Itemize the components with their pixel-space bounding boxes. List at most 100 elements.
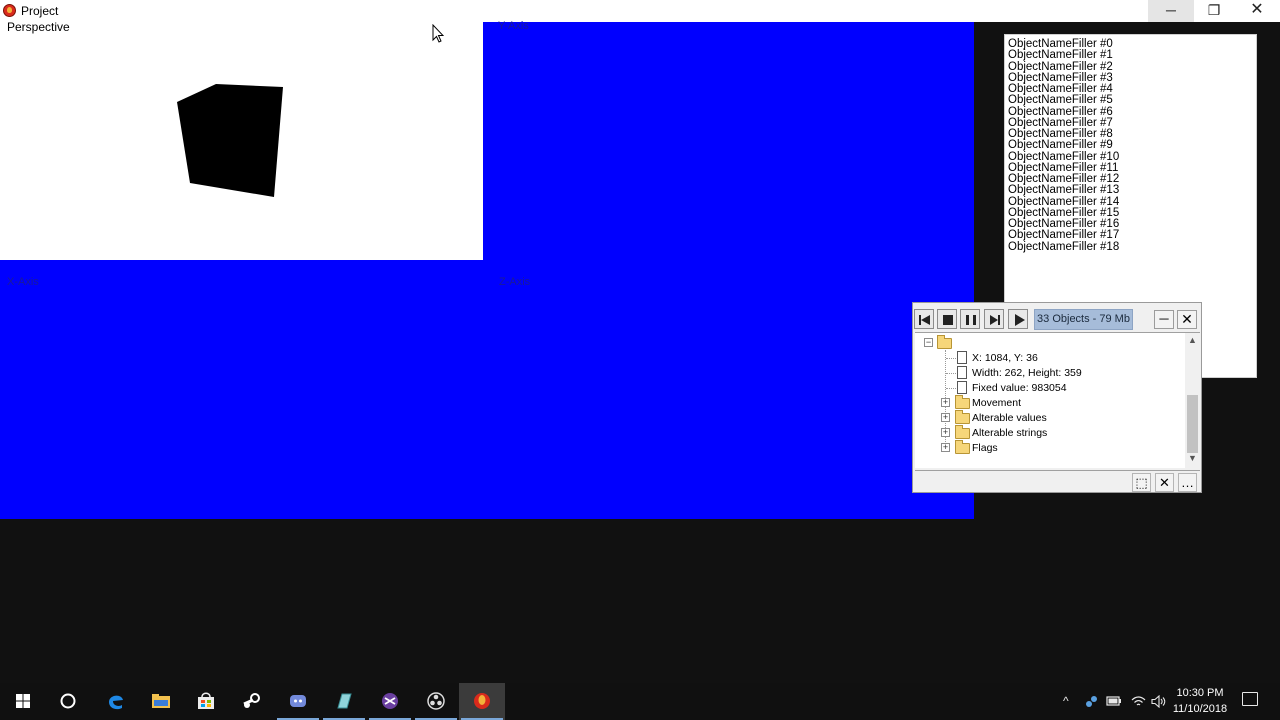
taskbar-steam[interactable] xyxy=(229,683,275,720)
add-watch-button[interactable]: ⬚ xyxy=(1132,473,1151,492)
scroll-down-arrow-icon[interactable]: ▼ xyxy=(1185,453,1200,465)
obs-icon xyxy=(427,692,445,710)
folder-icon xyxy=(955,425,970,439)
taskbar-discord[interactable] xyxy=(275,683,321,720)
step-forward-button[interactable] xyxy=(984,309,1004,329)
tree-item-alterable-values[interactable]: Alterable values xyxy=(972,411,1047,425)
fireball-app-icon xyxy=(3,4,16,17)
debugger-window: 33 Objects - 79 Mb ─ ✕ − X: 1084, Y: 36 … xyxy=(912,302,1202,493)
folder-icon xyxy=(937,335,952,349)
tree-item-movement[interactable]: Movement xyxy=(972,396,1021,410)
taskbar-file-explorer[interactable] xyxy=(138,683,184,720)
taskbar-store[interactable] xyxy=(183,683,229,720)
object-list-item[interactable]: ObjectNameFiller #9 xyxy=(1008,139,1256,151)
pause-button[interactable] xyxy=(960,309,980,329)
pause-icon xyxy=(966,315,976,325)
taskbar: ^ 10:30 PM 11/10/2018 xyxy=(0,683,1280,720)
store-icon xyxy=(198,692,214,709)
more-options-button[interactable]: … xyxy=(1178,473,1197,492)
step-forward-icon xyxy=(990,315,1000,325)
viewport-label-y-axis: Y-Axis xyxy=(498,20,529,32)
discord-icon xyxy=(290,695,306,707)
clock-date: 11/10/2018 xyxy=(1172,703,1228,715)
remove-watch-button[interactable]: ✕ xyxy=(1155,473,1174,492)
tree-item-position[interactable]: X: 1084, Y: 36 xyxy=(972,351,1038,365)
steam-icon xyxy=(243,693,260,708)
tree-item-alterable-strings[interactable]: Alterable strings xyxy=(972,426,1047,440)
debugger-expression-input[interactable] xyxy=(915,472,1130,492)
start-button[interactable] xyxy=(0,683,46,720)
cube-object[interactable] xyxy=(176,84,286,200)
rewind-button[interactable] xyxy=(914,309,934,329)
perspective-viewport[interactable]: Perspective xyxy=(0,20,483,260)
taskbar-edge[interactable] xyxy=(93,683,139,720)
action-center-icon[interactable] xyxy=(1242,692,1258,706)
edge-icon xyxy=(109,695,123,710)
play-icon xyxy=(1015,314,1025,326)
expand-toggle-movement[interactable]: + xyxy=(941,398,950,407)
tree-line xyxy=(946,388,956,389)
document-icon xyxy=(957,366,967,379)
tree-line xyxy=(946,373,956,374)
expand-toggle-alterable-values[interactable]: + xyxy=(941,413,950,422)
battery-icon xyxy=(1106,696,1121,706)
debugger-tree[interactable]: − X: 1084, Y: 36 Width: 262, Height: 359… xyxy=(915,332,1200,469)
volume-icon[interactable] xyxy=(1151,695,1166,708)
y-axis-viewport[interactable]: Y-Axis xyxy=(484,20,974,260)
cortana-button[interactable] xyxy=(45,683,91,720)
app-icon xyxy=(337,693,352,709)
wifi-icon[interactable] xyxy=(1131,695,1146,708)
tree-item-fixed-value[interactable]: Fixed value: 983054 xyxy=(972,381,1067,395)
expand-toggle-alterable-strings[interactable]: + xyxy=(941,428,950,437)
title-bar: Project ─ ❐ ✕ xyxy=(0,0,1280,22)
minimize-button[interactable]: ─ xyxy=(1148,0,1194,22)
stop-icon xyxy=(943,315,953,325)
folder-icon xyxy=(955,395,970,409)
steam-tray-icon[interactable] xyxy=(1085,695,1099,708)
viewport-label-perspective: Perspective xyxy=(7,20,70,34)
tree-line xyxy=(946,358,956,359)
tree-item-size[interactable]: Width: 262, Height: 359 xyxy=(972,366,1082,380)
clock-time: 10:30 PM xyxy=(1176,687,1224,699)
cortana-icon xyxy=(60,693,76,709)
file-explorer-icon xyxy=(152,694,170,708)
debugger-bottom-bar: ⬚ ✕ … xyxy=(915,470,1200,492)
folder-icon xyxy=(955,410,970,424)
taskbar-fusion[interactable] xyxy=(459,683,505,720)
x-axis-viewport[interactable]: X-Axis xyxy=(0,261,483,519)
debugger-status: 33 Objects - 79 Mb xyxy=(1034,309,1133,330)
document-icon xyxy=(957,381,967,394)
object-list-item[interactable]: ObjectNameFiller #18 xyxy=(1008,241,1256,253)
viewport-label-x-axis: X-Axis xyxy=(7,276,39,288)
rewind-icon xyxy=(919,315,930,325)
folder-icon xyxy=(955,440,970,454)
fusion-icon xyxy=(474,693,490,709)
viewport-label-z-axis: Z-Axis xyxy=(499,276,531,288)
debugger-close-button[interactable]: ✕ xyxy=(1177,310,1197,329)
play-button[interactable] xyxy=(1008,309,1028,329)
object-list-item[interactable]: ObjectNameFiller #1 xyxy=(1008,49,1256,61)
tree-item-flags[interactable]: Flags xyxy=(972,441,998,455)
mouse-cursor-icon xyxy=(432,24,444,43)
z-axis-viewport[interactable]: Z-Axis xyxy=(484,261,974,519)
taskbar-obs[interactable] xyxy=(413,683,459,720)
start-icon xyxy=(16,694,30,708)
restore-button[interactable]: ❐ xyxy=(1191,0,1237,22)
expand-toggle-flags[interactable]: + xyxy=(941,443,950,452)
object-list-item[interactable]: ObjectNameFiller #13 xyxy=(1008,184,1256,196)
clock[interactable]: 10:30 PM 11/10/2018 xyxy=(1166,685,1234,717)
collapse-toggle-root[interactable]: − xyxy=(924,338,933,347)
debugger-scrollbar[interactable]: ▲ ▼ xyxy=(1185,333,1200,469)
scroll-up-arrow-icon[interactable]: ▲ xyxy=(1185,335,1200,347)
chevron-up-icon[interactable]: ^ xyxy=(1063,694,1069,708)
object-list-item[interactable]: ObjectNameFiller #17 xyxy=(1008,229,1256,241)
window-title: Project xyxy=(21,4,59,18)
taskbar-app[interactable] xyxy=(321,683,367,720)
document-icon xyxy=(957,351,967,364)
debugger-minimize-button[interactable]: ─ xyxy=(1154,310,1174,329)
object-list-item[interactable]: ObjectNameFiller #5 xyxy=(1008,94,1256,106)
taskbar-visual-studio[interactable] xyxy=(367,683,413,720)
scroll-thumb[interactable] xyxy=(1187,395,1198,453)
close-button[interactable]: ✕ xyxy=(1234,0,1280,22)
stop-button[interactable] xyxy=(937,309,957,329)
